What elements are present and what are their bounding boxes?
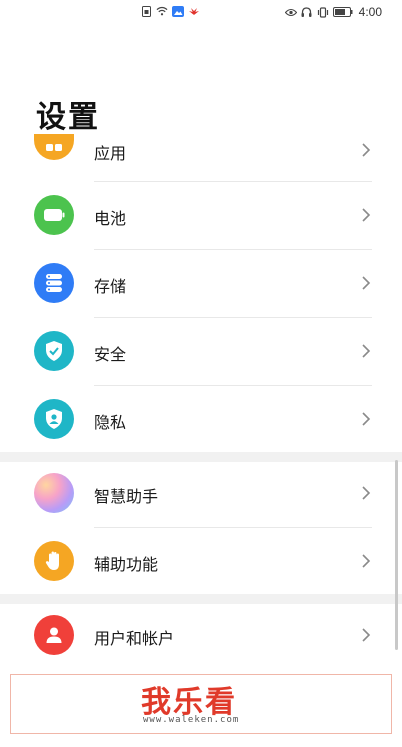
chevron-right-icon (362, 143, 371, 157)
eye-icon (284, 6, 297, 18)
shield-check-icon (34, 331, 74, 371)
assistant-icon (34, 473, 74, 513)
settings-item-accessibility[interactable]: 辅助功能 (0, 528, 402, 596)
apps-icon (34, 134, 74, 160)
wifi-icon (156, 5, 168, 17)
storage-icon (34, 263, 74, 303)
settings-item-label: 应用 (94, 144, 127, 163)
chevron-right-icon (362, 486, 371, 500)
chevron-right-icon (362, 208, 371, 222)
huawei-icon (188, 5, 200, 17)
status-time: 4:00 (358, 5, 382, 19)
vibrate-icon (317, 6, 329, 18)
chevron-right-icon (362, 554, 371, 568)
status-bar: 4:00 (0, 0, 402, 26)
chevron-right-icon (362, 412, 371, 426)
sim-icon (140, 5, 152, 17)
chevron-right-icon (362, 344, 371, 358)
battery-setting-icon (34, 195, 74, 235)
battery-icon (332, 6, 353, 18)
hand-icon (34, 541, 74, 581)
settings-item-smart-assistant[interactable]: 智慧助手 (0, 460, 402, 528)
settings-item-storage[interactable]: 存储 (0, 250, 402, 318)
image-icon (172, 5, 184, 17)
headset-icon (301, 6, 313, 18)
settings-item-privacy[interactable]: 隐私 (0, 386, 402, 454)
chevron-right-icon (362, 276, 371, 290)
settings-item-label: 隐私 (94, 413, 127, 432)
privacy-icon (34, 399, 74, 439)
settings-item-label: 存储 (94, 277, 127, 296)
settings-item-label: 用户和帐户 (94, 629, 175, 648)
user-icon (34, 615, 74, 655)
watermark: 我乐看 www.waleken.com (10, 674, 392, 734)
settings-item-label: 智慧助手 (94, 487, 159, 506)
settings-item-label: 安全 (94, 345, 127, 364)
settings-item-battery[interactable]: 电池 (0, 182, 402, 250)
status-right-icons: 4:00 (284, 5, 382, 19)
settings-item-security[interactable]: 安全 (0, 318, 402, 386)
settings-item-label: 辅助功能 (94, 555, 159, 574)
status-left-icons (140, 5, 200, 17)
watermark-url: www.waleken.com (143, 715, 240, 725)
settings-item-apps[interactable]: 应用 (0, 120, 402, 182)
scrollbar[interactable] (395, 460, 398, 650)
settings-item-users-accounts[interactable]: 用户和帐户 (0, 602, 402, 670)
chevron-right-icon (362, 628, 371, 642)
settings-item-label: 电池 (94, 209, 127, 228)
